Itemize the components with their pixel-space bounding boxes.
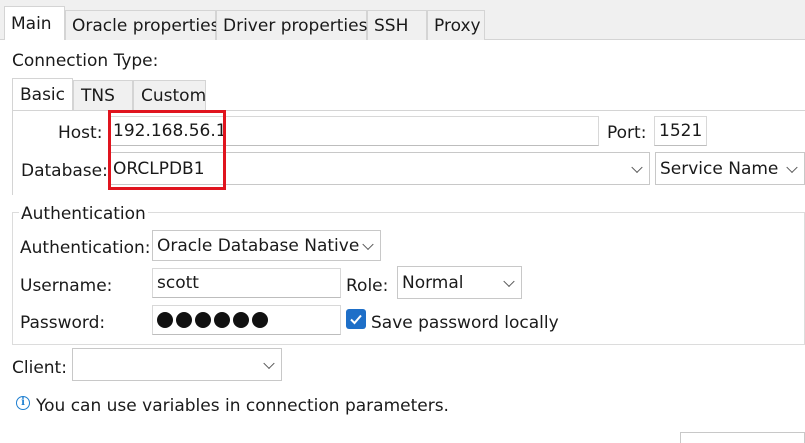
authentication-value: Oracle Database Native [157, 235, 360, 256]
username-input[interactable]: scott [152, 268, 341, 298]
checkmark-icon [350, 314, 362, 325]
password-dot [233, 312, 249, 328]
password-dot [157, 312, 173, 328]
info-text: You can use variables in connection para… [36, 396, 449, 416]
role-combo[interactable]: Normal [397, 266, 522, 299]
password-mask [157, 312, 271, 328]
subtab-tns-label: TNS [81, 85, 115, 106]
chevron-down-icon [786, 161, 798, 173]
subtab-basic[interactable]: Basic [12, 78, 73, 111]
host-label: Host: [58, 123, 103, 143]
tab-driver-properties-label: Driver properties [223, 15, 368, 36]
subtab-custom-label: Custom [141, 85, 207, 106]
subtab-basic-label: Basic [20, 84, 66, 105]
database-label: Database: [21, 161, 108, 181]
chevron-down-icon [263, 357, 275, 369]
password-label: Password: [20, 313, 106, 333]
password-input[interactable] [152, 305, 341, 335]
client-label: Client: [12, 358, 67, 378]
subtab-custom[interactable]: Custom [133, 80, 206, 110]
tab-main-label: Main [11, 13, 52, 34]
tab-oracle-properties[interactable]: Oracle properties [65, 10, 220, 40]
role-label: Role: [346, 276, 389, 296]
authentication-group-title: Authentication [19, 204, 148, 224]
username-value: scott [157, 273, 199, 293]
chevron-down-icon [362, 238, 374, 250]
subtab-tns[interactable]: TNS [73, 80, 133, 110]
password-dot [252, 312, 268, 328]
partial-control [680, 432, 805, 443]
password-dot [195, 312, 211, 328]
save-password-label: Save password locally [371, 313, 559, 333]
database-type-combo[interactable]: Service Name [655, 152, 805, 185]
database-type-value: Service Name [660, 158, 779, 179]
tab-proxy[interactable]: Proxy [427, 10, 485, 40]
chevron-down-icon [631, 161, 643, 173]
tab-proxy-label: Proxy [434, 15, 481, 36]
chevron-down-icon [503, 275, 515, 287]
client-combo[interactable] [72, 348, 282, 381]
connection-type-label: Connection Type: [12, 51, 159, 71]
authentication-label: Authentication: [20, 238, 151, 258]
main-tab-bar: Main Oracle properties Driver properties… [0, 0, 805, 41]
tab-oracle-properties-label: Oracle properties [72, 15, 220, 36]
password-dot [214, 312, 230, 328]
tab-ssh[interactable]: SSH [367, 10, 427, 40]
username-label: Username: [20, 276, 113, 296]
port-input[interactable]: 1521 [654, 116, 707, 146]
tab-ssh-label: SSH [374, 15, 409, 36]
role-value: Normal [402, 272, 464, 293]
highlight-box [108, 110, 226, 190]
save-password-checkbox[interactable] [346, 309, 366, 329]
password-dot [176, 312, 192, 328]
authentication-combo[interactable]: Oracle Database Native [152, 230, 381, 261]
tab-main[interactable]: Main [4, 6, 65, 41]
port-label: Port: [607, 123, 647, 143]
port-value: 1521 [659, 121, 703, 141]
tab-driver-properties[interactable]: Driver properties [216, 10, 367, 40]
info-icon: i [16, 396, 30, 410]
